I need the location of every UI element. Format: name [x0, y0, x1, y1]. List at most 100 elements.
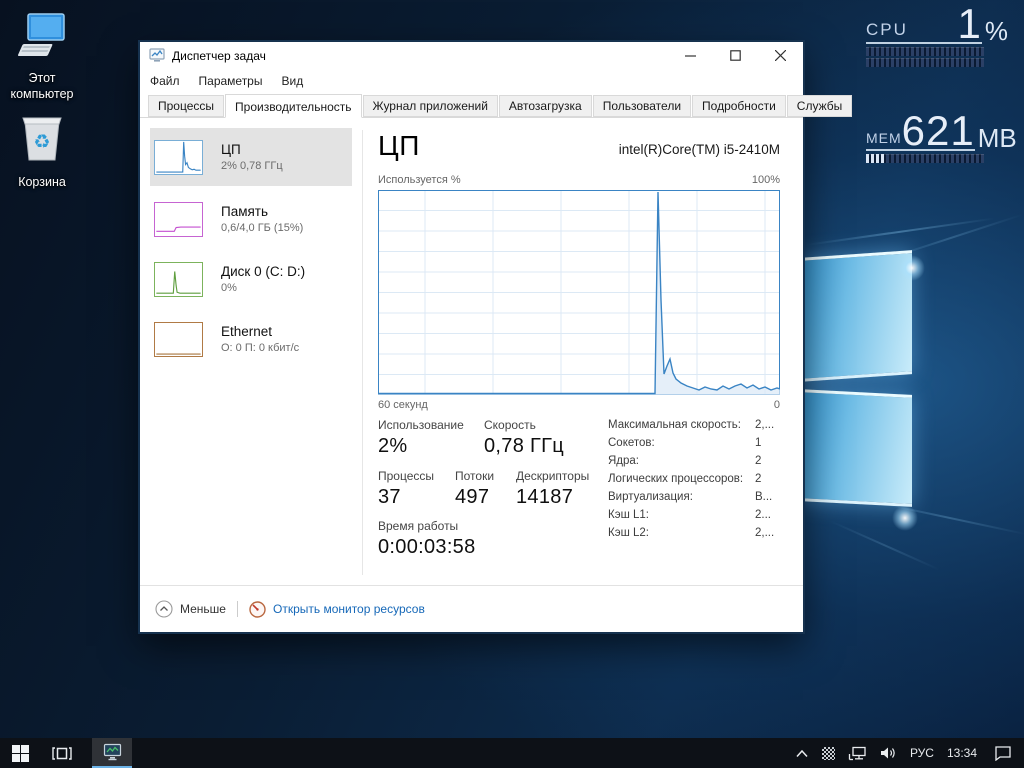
stat-processes-value: 37 [378, 486, 434, 509]
stat-usage: Использование 2% [378, 418, 464, 458]
stat-threads: Потоки 497 [455, 469, 494, 509]
sidebar-item-memory[interactable]: Память 0,6/4,0 ГБ (15%) [150, 190, 352, 248]
keyboard-shape [18, 44, 53, 56]
fewer-details-button[interactable]: Меньше [155, 600, 226, 618]
stat-processes-label: Процессы [378, 469, 434, 483]
detail-label: Сокетов: [608, 437, 655, 449]
tab-details[interactable]: Подробности [692, 95, 786, 117]
sidebar-ethernet-subtitle: О: 0 П: 0 кбит/с [221, 342, 299, 354]
tray-chevron-up-icon[interactable] [795, 749, 809, 758]
open-resource-monitor-link[interactable]: Открыть монитор ресурсов [249, 601, 425, 618]
cpu-panel-title: ЦП [378, 130, 420, 162]
tray-app-icon[interactable] [822, 747, 835, 760]
wallpaper-flare [892, 505, 918, 531]
task-view-icon [52, 746, 72, 761]
task-manager-window: Диспетчер задач Файл Параметры Вид Проце… [140, 42, 803, 632]
system-tray: РУС 13:34 [795, 745, 1024, 761]
stat-threads-label: Потоки [455, 469, 494, 483]
start-button[interactable] [0, 738, 40, 768]
detail-logical-processors: Логических процессоров: 2 [608, 473, 780, 485]
sidebar-memory-subtitle: 0,6/4,0 ГБ (15%) [221, 222, 303, 234]
network-icon[interactable] [848, 746, 867, 761]
memory-mini-graph [154, 202, 203, 237]
open-resource-monitor-label: Открыть монитор ресурсов [273, 602, 425, 616]
detail-value: 2,... [755, 527, 774, 539]
minimize-button[interactable] [668, 42, 713, 69]
sidebar-divider [362, 130, 363, 575]
menu-view[interactable]: Вид [281, 74, 303, 88]
status-bar: Меньше Открыть монитор ресурсов [140, 585, 803, 632]
detail-label: Кэш L1: [608, 509, 649, 521]
cpu-usage-graph [378, 190, 780, 395]
gadget-mem-value: 621 [902, 115, 975, 148]
desktop-icon-recycle-bin[interactable]: ♻ Корзина [0, 110, 88, 191]
cpu-performance-panel: ЦП intel(R)Core(TM) i5-2410M Используетс… [378, 118, 780, 585]
graph-xlabel-left: 60 секунд [378, 399, 428, 411]
menu-bar: Файл Параметры Вид [140, 69, 803, 92]
stat-usage-label: Использование [378, 418, 464, 432]
action-center-icon[interactable] [994, 745, 1012, 761]
detail-virtualization: Виртуализация: В... [608, 491, 780, 503]
title-bar[interactable]: Диспетчер задач [140, 42, 803, 69]
gadget-cpu-meter-row2 [866, 58, 984, 67]
menu-options[interactable]: Параметры [199, 74, 263, 88]
gadget-cpu-label: CPU [866, 21, 908, 41]
tab-processes[interactable]: Процессы [148, 95, 224, 117]
gadget-mem-meter [866, 154, 984, 163]
maximize-icon [730, 50, 741, 61]
detail-sockets: Сокетов: 1 [608, 437, 780, 449]
menu-file[interactable]: Файл [150, 74, 180, 88]
taskbar-task-manager-button[interactable] [92, 738, 132, 768]
sidebar-item-cpu[interactable]: ЦП 2% 0,78 ГГц [150, 128, 352, 186]
task-view-button[interactable] [42, 738, 82, 768]
fewer-details-label: Меньше [180, 602, 226, 616]
disk-mini-graph [154, 262, 203, 297]
maximize-button[interactable] [713, 42, 758, 69]
tab-app-history[interactable]: Журнал приложений [363, 95, 498, 117]
tab-performance[interactable]: Производительность [225, 94, 361, 118]
gadget-cpu-unit: % [985, 20, 1008, 43]
gadget-cpu: CPU 1 % [866, 8, 1008, 67]
detail-value: 2... [755, 509, 771, 521]
windows-start-icon [12, 745, 29, 762]
gadget-mem-label: MEM [866, 131, 902, 148]
tab-strip: Процессы Производительность Журнал прило… [140, 92, 803, 118]
sidebar-disk-title: Диск 0 (C: D:) [221, 264, 305, 280]
detail-label: Максимальная скорость: [608, 419, 741, 431]
light-ray [830, 520, 940, 571]
sidebar-ethernet-title: Ethernet [221, 324, 299, 340]
volume-icon[interactable] [880, 746, 897, 760]
stat-processes: Процессы 37 [378, 469, 434, 509]
clock[interactable]: 13:34 [947, 746, 977, 760]
cpu-mini-graph [154, 140, 203, 175]
desktop-icon-this-pc[interactable]: Этот компьютер [0, 10, 88, 102]
this-pc-icon [16, 10, 68, 62]
stat-usage-value: 2% [378, 435, 464, 458]
system-monitor-gadget: CPU 1 % MEM 621 MB [866, 8, 1008, 211]
stat-uptime: Время работы 0:00:03:58 [378, 519, 476, 559]
detail-value: В... [755, 491, 772, 503]
detail-label: Кэш L2: [608, 527, 649, 539]
cpu-device-name: intel(R)Core(TM) i5-2410M [619, 142, 780, 157]
stat-speed-value: 0,78 ГГц [484, 435, 564, 458]
recycle-bin-icon: ♻ [17, 110, 67, 166]
stat-uptime-label: Время работы [378, 519, 476, 533]
sidebar-cpu-subtitle: 2% 0,78 ГГц [221, 160, 283, 172]
detail-max-speed: Максимальная скорость: 2,... [608, 419, 780, 431]
tab-services[interactable]: Службы [787, 95, 852, 117]
sidebar-item-disk[interactable]: Диск 0 (C: D:) 0% [150, 250, 352, 308]
detail-cores: Ядра: 2 [608, 455, 780, 467]
wallpaper-logo-pane-top [800, 250, 912, 382]
tab-users[interactable]: Пользователи [593, 95, 691, 117]
stat-uptime-value: 0:00:03:58 [378, 536, 476, 559]
tab-startup[interactable]: Автозагрузка [499, 95, 592, 117]
detail-cache-l2: Кэш L2: 2,... [608, 527, 780, 539]
stat-speed: Скорость 0,78 ГГц [484, 418, 564, 458]
detail-value: 2,... [755, 419, 774, 431]
language-indicator[interactable]: РУС [910, 746, 934, 760]
gadget-cpu-meter-row1 [866, 47, 984, 56]
sidebar-item-ethernet[interactable]: Ethernet О: 0 П: 0 кбит/с [150, 310, 352, 368]
graph-ymax-label: 100% [752, 174, 780, 186]
sidebar-memory-title: Память [221, 204, 303, 220]
close-button[interactable] [758, 42, 803, 69]
